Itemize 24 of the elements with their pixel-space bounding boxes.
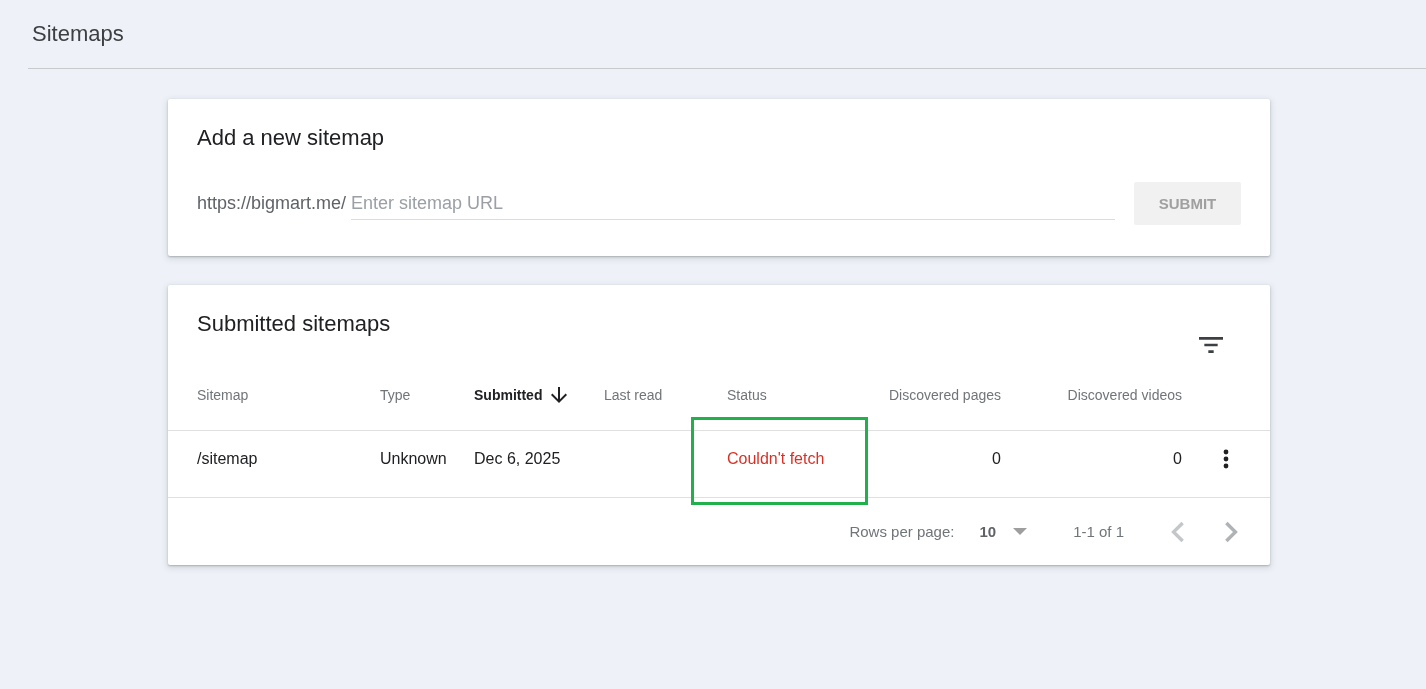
card-title: Add a new sitemap <box>197 124 385 152</box>
sitemap-path: /sitemap <box>197 450 258 468</box>
page-count: 0 <box>992 450 1001 468</box>
page-title: Sitemaps <box>32 20 124 48</box>
video-count: 0 <box>1173 450 1182 468</box>
sitemap-url-input[interactable]: Enter sitemap URL <box>351 187 1115 220</box>
submitted-date: Dec 6, 2025 <box>474 450 561 468</box>
column-header[interactable]: Sitemap <box>197 387 249 403</box>
rows-per-page-label: Rows per page: <box>849 523 955 540</box>
column-header[interactable]: Discovered videos <box>1067 387 1182 403</box>
column-header[interactable]: Discovered pages <box>888 387 1001 403</box>
more-icon[interactable] <box>1223 449 1229 469</box>
url-prefix: https://bigmart.me/ <box>197 193 347 214</box>
arrow-down-icon[interactable] <box>551 387 568 403</box>
status-text: Couldn't fetch <box>727 450 825 468</box>
rows-per-page-select[interactable]: 10 <box>979 523 1028 540</box>
sitemap-type: Unknown <box>380 450 447 468</box>
caret-icon[interactable] <box>1013 528 1028 535</box>
column-header[interactable]: Type <box>380 387 411 403</box>
column-header[interactable]: Status <box>727 387 767 403</box>
column-header[interactable]: Last read <box>604 387 663 403</box>
column-header[interactable]: Submitted <box>474 387 543 403</box>
card-title: Submitted sitemaps <box>197 310 391 338</box>
page-range: 1-1 of 1 <box>1073 523 1124 540</box>
